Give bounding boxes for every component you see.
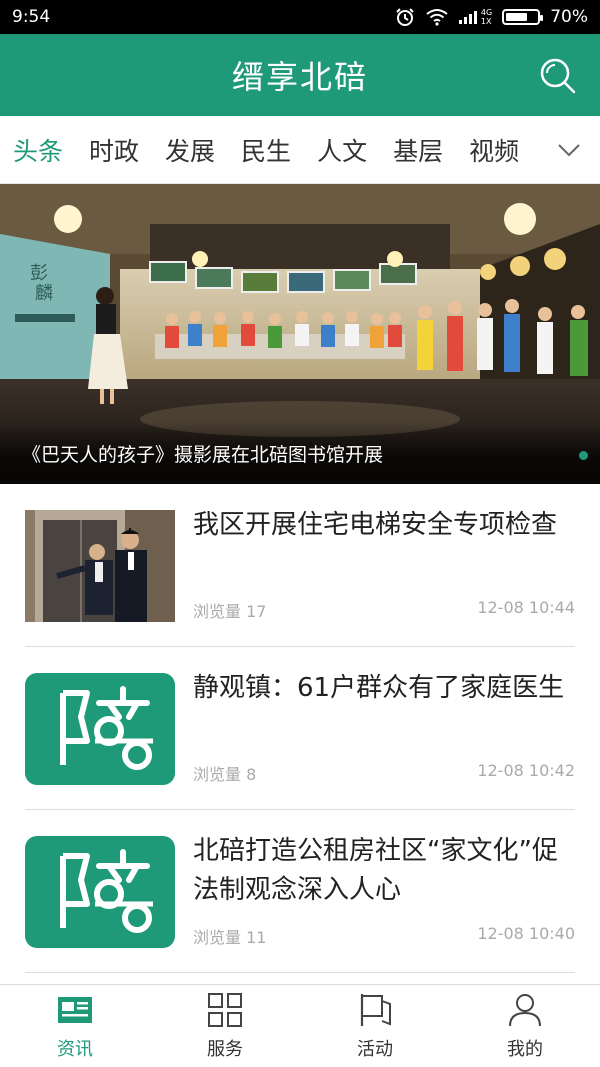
wifi-icon <box>426 9 448 26</box>
news-thumbnail <box>25 510 175 622</box>
nav-profile[interactable]: 我的 <box>450 985 600 1067</box>
app-bar: 缙享北碚 <box>0 34 600 116</box>
bottom-nav: 资讯 服务 活动 我的 <box>0 984 600 1067</box>
news-list: 我区开展住宅电梯安全专项检查 浏览量 17 12-08 10:44 静观镇：61… <box>0 484 600 973</box>
news-thumbnail <box>25 836 175 948</box>
news-title: 北碚打造公租房社区“家文化”促法制观念深入人心 <box>193 836 558 905</box>
tab-livelihood[interactable]: 民生 <box>228 132 304 168</box>
chevron-down-icon <box>558 144 580 157</box>
news-timestamp: 12-08 10:42 <box>477 761 575 780</box>
news-photo-image <box>25 510 175 622</box>
svg-text:彭: 彭 <box>30 263 48 284</box>
tab-culture[interactable]: 人文 <box>304 132 380 168</box>
battery-fill <box>506 13 528 21</box>
beibei-logo-icon <box>25 673 175 785</box>
news-view-count: 浏览量 8 <box>193 765 257 784</box>
news-item[interactable]: 我区开展住宅电梯安全专项检查 浏览量 17 12-08 10:44 <box>25 484 575 647</box>
battery-percent: 70% <box>550 7 588 27</box>
nav-label: 服务 <box>207 1039 243 1060</box>
nav-label: 资讯 <box>57 1039 93 1060</box>
svg-text:麟: 麟 <box>35 283 53 304</box>
news-icon <box>58 997 92 1023</box>
tabs-more-button[interactable] <box>538 116 600 183</box>
flag-icon <box>360 994 391 1026</box>
news-view-count: 浏览量 17 <box>193 602 267 621</box>
nav-label: 活动 <box>357 1039 393 1060</box>
tab-development[interactable]: 发展 <box>152 132 228 168</box>
nav-label: 我的 <box>507 1039 543 1060</box>
news-timestamp: 12-08 10:44 <box>477 598 575 617</box>
grid-icon <box>208 993 242 1027</box>
banner-carousel[interactable]: 彭 麟 《巴天人的孩子》摄影展在北碚图书馆开展 <box>0 184 600 484</box>
cellular-status: 4G 1X <box>458 8 492 26</box>
status-time: 9:54 <box>12 7 51 27</box>
status-bar: 9:54 4G 1X 70% <box>0 0 600 34</box>
tab-grassroots[interactable]: 基层 <box>380 132 456 168</box>
nav-services[interactable]: 服务 <box>150 985 300 1067</box>
alarm-icon <box>396 8 414 26</box>
beibei-logo-icon <box>25 836 175 948</box>
news-title: 静观镇：61户群众有了家庭医生 <box>193 673 565 703</box>
news-thumbnail <box>25 673 175 785</box>
signal-icon <box>458 11 477 24</box>
news-timestamp: 12-08 10:40 <box>477 924 575 943</box>
news-view-count: 浏览量 11 <box>193 928 267 947</box>
status-icons: 4G 1X 70% <box>395 7 588 27</box>
network-type: 4G 1X <box>481 8 492 26</box>
battery-icon <box>502 9 544 25</box>
tab-video[interactable]: 视频 <box>456 132 532 168</box>
carousel-dot-icon <box>579 451 588 460</box>
banner-caption: 《巴天人的孩子》摄影展在北碚图书馆开展 <box>0 422 600 484</box>
nav-activities[interactable]: 活动 <box>300 985 450 1067</box>
news-item[interactable]: 静观镇：61户群众有了家庭医生 浏览量 8 12-08 10:42 <box>25 647 575 810</box>
user-icon <box>509 994 541 1027</box>
search-icon[interactable] <box>538 56 578 96</box>
news-title: 我区开展住宅电梯安全专项检查 <box>193 510 558 540</box>
nav-news[interactable]: 资讯 <box>0 985 150 1067</box>
banner-caption-text: 《巴天人的孩子》摄影展在北碚图书馆开展 <box>22 443 384 466</box>
tab-headlines[interactable]: 头条 <box>0 132 76 168</box>
news-item[interactable]: 北碚打造公租房社区“家文化”促法制观念深入人心 浏览量 11 12-08 10:… <box>25 810 575 973</box>
app-title: 缙享北碚 <box>231 58 368 96</box>
category-tabs: 头条 时政 发展 民生 人文 基层 视频 <box>0 116 600 184</box>
network-type-4g: 4G <box>480 8 493 17</box>
network-type-1x: 1X <box>480 17 492 26</box>
tab-politics[interactable]: 时政 <box>76 132 152 168</box>
